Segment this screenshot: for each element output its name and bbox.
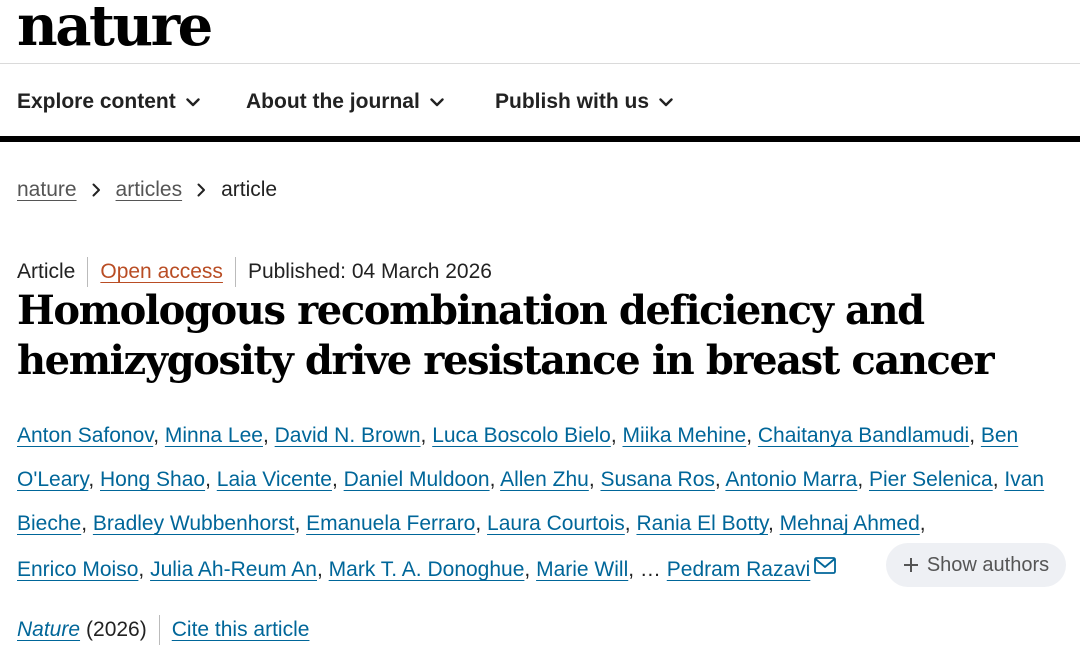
show-authors-label: Show authors (926, 553, 1050, 576)
author-link[interactable]: David N. Brown (275, 424, 421, 447)
author-link[interactable]: Minna Lee (165, 424, 263, 447)
nav-about-journal[interactable]: About the journal (246, 90, 444, 114)
chevron-down-icon (430, 97, 444, 107)
author-link[interactable]: Marie Will (536, 558, 628, 581)
article-meta: Article Open access Published: 04 March … (17, 257, 492, 287)
author-link[interactable]: Laura Courtois (487, 512, 625, 535)
author-link[interactable]: Allen Zhu (500, 468, 589, 491)
nav-item-label: Publish with us (495, 90, 650, 113)
corresponding-author-link[interactable]: Pedram Razavi (667, 558, 811, 581)
author-ellipsis: … (639, 558, 661, 581)
author-link[interactable]: Rania El Botty (636, 512, 768, 535)
main-nav: Explore content About the journal Publis… (0, 64, 1080, 142)
breadcrumb: nature articles article (17, 178, 277, 202)
nav-item-label: Explore content (17, 90, 176, 113)
author-link[interactable]: Chaitanya Bandlamudi (758, 424, 969, 447)
open-access-link[interactable]: Open access (100, 260, 223, 284)
author-link[interactable]: Daniel Muldoon (344, 468, 490, 491)
author-link[interactable]: Hong Shao (100, 468, 205, 491)
chevron-down-icon (186, 97, 200, 107)
chevron-down-icon (659, 97, 673, 107)
author-link[interactable]: Enrico Moiso (17, 558, 138, 581)
chevron-right-icon (92, 183, 101, 197)
chevron-right-icon (197, 183, 206, 197)
nav-item-label: About the journal (246, 90, 420, 113)
breadcrumb-articles[interactable]: articles (116, 178, 183, 202)
author-link[interactable]: Mehnaj Ahmed (780, 512, 920, 535)
author-link[interactable]: Julia Ah-Reum An (150, 558, 317, 581)
publication-year: (2026) (86, 618, 147, 641)
breadcrumb-nature[interactable]: nature (17, 178, 77, 202)
journal-link[interactable]: Nature (17, 618, 80, 642)
author-link[interactable]: Pier Selenica (869, 468, 993, 491)
author-link[interactable]: Emanuela Ferraro (306, 512, 475, 535)
cite-article-link[interactable]: Cite this article (172, 618, 310, 642)
citation-line: Nature (2026) Cite this article (17, 615, 309, 645)
author-link[interactable]: Antonio Marra (725, 468, 857, 491)
show-authors-button[interactable]: Show authors (886, 543, 1066, 587)
author-link[interactable]: Laia Vicente (217, 468, 332, 491)
nav-explore-content[interactable]: Explore content (17, 90, 200, 114)
meta-divider (234, 257, 236, 287)
author-link[interactable]: Mark T. A. Donoghue (329, 558, 525, 581)
article-title-line-1: Homologous recombination deficiency and (17, 287, 925, 334)
nature-logo[interactable]: nature (17, 0, 213, 58)
nav-publish-with-us[interactable]: Publish with us (495, 90, 673, 114)
author-link[interactable]: Bradley Wubbenhorst (93, 512, 295, 535)
author-link[interactable]: Miika Mehine (623, 424, 747, 447)
article-title-line-2: hemizygosity drive resistance in breast … (17, 337, 995, 384)
mail-icon[interactable] (814, 546, 837, 590)
breadcrumb-current: article (221, 178, 278, 201)
article-type: Article (17, 260, 76, 283)
author-link[interactable]: Susana Ros (600, 468, 714, 491)
meta-divider (87, 257, 89, 287)
author-link[interactable]: Anton Safonov (17, 424, 153, 447)
published-date: Published: 04 March 2026 (247, 260, 492, 283)
citation-divider (158, 615, 160, 645)
author-link[interactable]: Luca Boscolo Bielo (432, 424, 611, 447)
plus-icon (903, 557, 919, 573)
article-title: Homologous recombination deficiency and … (17, 286, 1017, 386)
site-header: nature (0, 0, 1080, 64)
